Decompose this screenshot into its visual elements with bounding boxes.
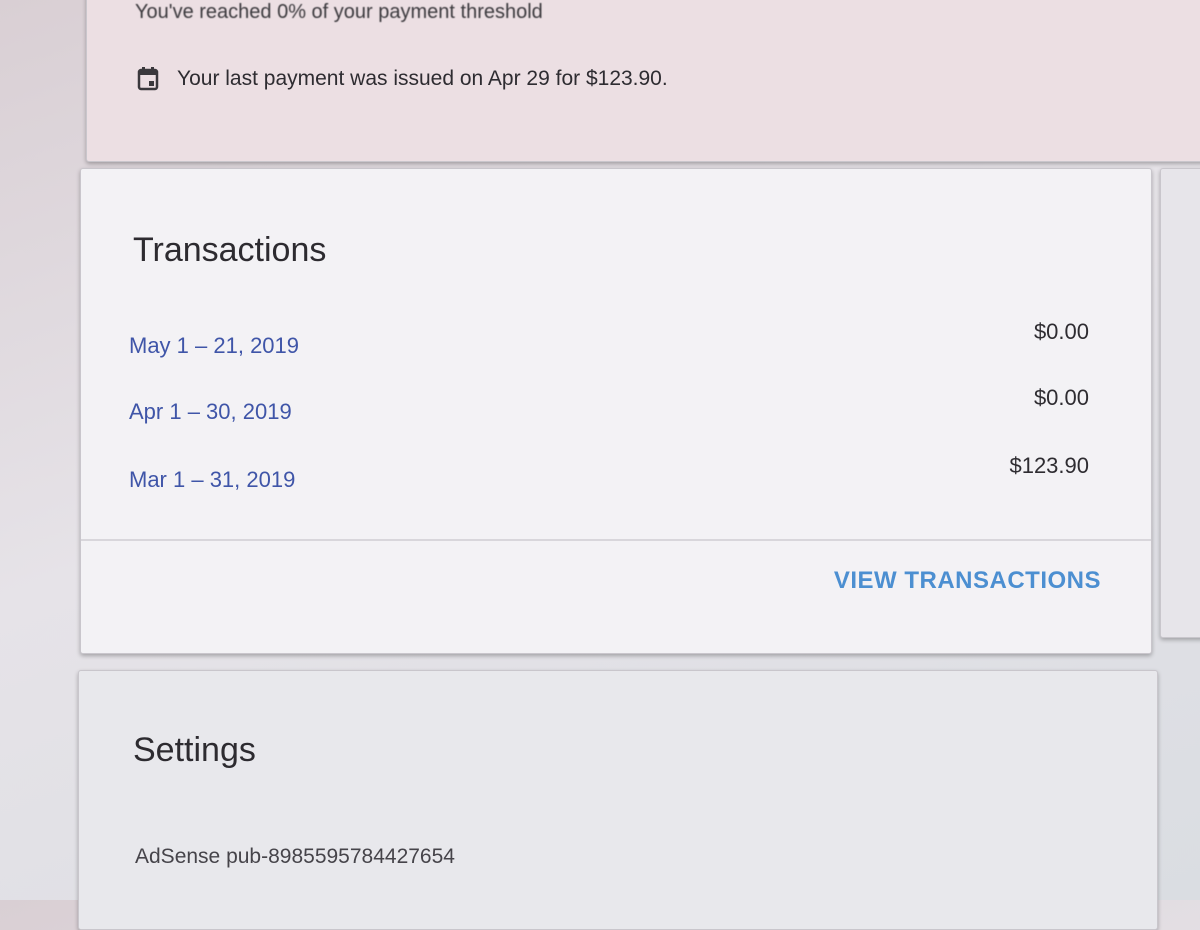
settings-title: Settings <box>133 731 256 769</box>
payment-summary-card: You've reached 0% of your payment thresh… <box>86 0 1200 162</box>
transaction-amount: $0.00 <box>1033 385 1089 410</box>
adsense-publisher-id: AdSense pub-8985595784427654 <box>135 845 455 868</box>
transaction-amount: $123.90 <box>1009 453 1089 478</box>
card-divider <box>81 539 1151 541</box>
transactions-card: Transactions May 1 – 21, 2019 $0.00 Apr … <box>80 168 1152 654</box>
transaction-row: Apr 1 – 30, 2019 $0.00 <box>129 385 1089 425</box>
side-card <box>1160 168 1200 638</box>
transaction-date-link[interactable]: Mar 1 – 31, 2019 <box>129 467 295 493</box>
transaction-date-link[interactable]: Apr 1 – 30, 2019 <box>129 399 292 425</box>
last-payment-text: Your last payment was issued on Apr 29 f… <box>177 67 668 90</box>
view-transactions-button[interactable]: VIEW TRANSACTIONS <box>834 567 1101 595</box>
transaction-date-link[interactable]: May 1 – 21, 2019 <box>129 333 299 359</box>
transactions-title: Transactions <box>133 231 327 269</box>
last-payment-line: Your last payment was issued on Apr 29 f… <box>137 67 668 91</box>
payment-threshold-text: You've reached 0% of your payment thresh… <box>135 1 543 23</box>
calendar-icon <box>137 67 159 91</box>
transaction-row: May 1 – 21, 2019 $0.00 <box>129 319 1089 359</box>
transaction-row: Mar 1 – 31, 2019 $123.90 <box>129 453 1089 493</box>
settings-card: Settings AdSense pub-8985595784427654 <box>78 670 1158 930</box>
transaction-amount: $0.00 <box>1033 319 1089 344</box>
